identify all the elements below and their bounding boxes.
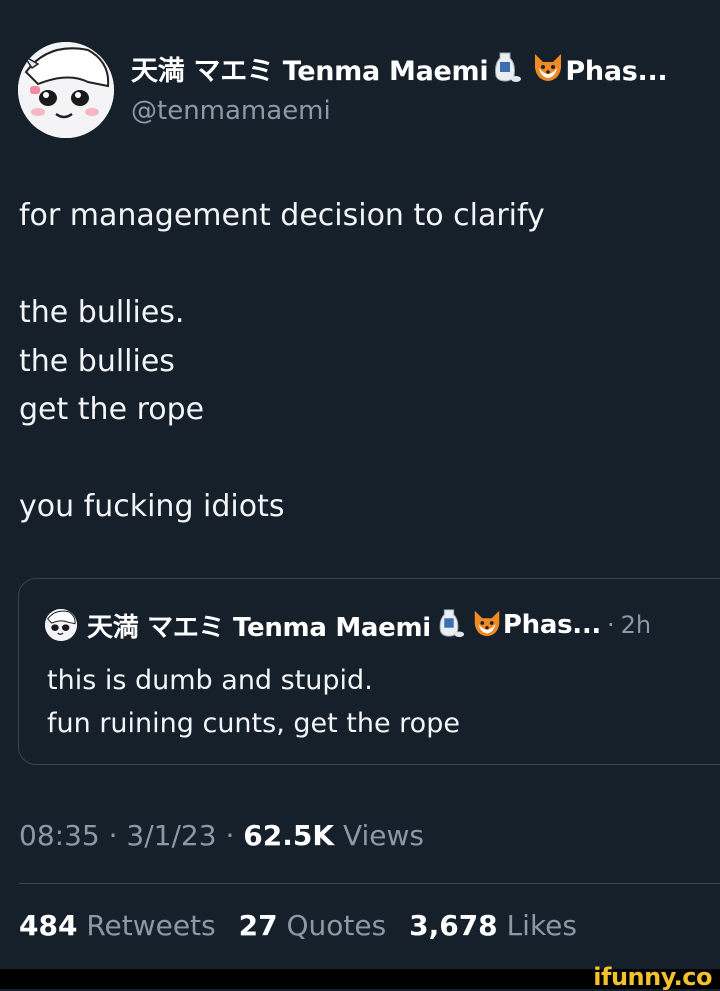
author-name[interactable]: 天満 マエミ Tenma Maemi Phas... (131, 50, 668, 96)
tweet-line (19, 241, 709, 290)
quotes-label: Quotes (286, 909, 387, 942)
tweet-line: get the rope (19, 392, 205, 427)
tweet-time[interactable]: 08:35 (19, 819, 100, 852)
quoted-author-name-suffix: Phas... (502, 610, 601, 640)
fox-icon (471, 607, 503, 643)
likes-stat[interactable]: 3,678 Likes (409, 909, 577, 942)
tweet-line: the bullies (19, 343, 175, 379)
fox-icon (531, 50, 565, 96)
divider (19, 883, 720, 884)
meta-separator: · (108, 819, 118, 852)
tweet-line (19, 435, 709, 484)
quotes-stat[interactable]: 27 Quotes (239, 909, 387, 942)
retweets-count: 484 (19, 909, 78, 942)
retweets-label: Retweets (86, 909, 216, 942)
tweet-date[interactable]: 3/1/23 (126, 819, 216, 852)
views-count: 62.5K (243, 819, 335, 852)
quoted-line: fun ruining cunts, get the rope (47, 708, 460, 739)
sake-icon (488, 50, 522, 96)
tweet-line: the bullies. (19, 295, 185, 330)
likes-label: Likes (506, 909, 577, 942)
likes-count: 3,678 (409, 909, 498, 942)
tweet-line: for management decision to clarify (19, 198, 545, 233)
views-label: Views (342, 819, 424, 852)
quoted-line: this is dumb and stupid. (47, 665, 373, 696)
meta-separator: · (225, 819, 235, 852)
tweet-meta: 08:35 · 3/1/23 · 62.5K Views (19, 814, 424, 858)
quoted-timestamp[interactable]: 2h (621, 611, 651, 639)
quoted-tweet-card[interactable]: 天満 マエミ Tenma Maemi Phas... · 2h this is … (18, 578, 720, 765)
author-display-name: 天満 マエミ Tenma Maemi (131, 56, 489, 87)
quoted-separator: · (607, 611, 615, 639)
author-name-suffix: Phas... (565, 56, 668, 87)
author-handle[interactable]: @tenmamaemi (131, 94, 331, 128)
quoted-author-avatar[interactable] (45, 609, 77, 641)
engagement-stats: 484 Retweets 27 Quotes 3,678 Likes (19, 904, 591, 948)
quotes-count: 27 (238, 909, 278, 942)
quoted-tweet-header: 天満 マエミ Tenma Maemi Phas... · 2h (45, 605, 651, 645)
quoted-author-name[interactable]: 天満 マエミ Tenma Maemi (87, 607, 431, 644)
quoted-tweet-text: this is dumb and stupid. fun ruining cun… (47, 659, 460, 745)
avatar-illustration (18, 42, 114, 138)
tweet-line: you fucking idiots (19, 489, 285, 524)
author-avatar[interactable] (18, 42, 114, 138)
retweets-stat[interactable]: 484 Retweets (19, 909, 216, 942)
tweet-text: for management decision to clarify the b… (19, 192, 709, 532)
watermark: ifunny.co (593, 963, 712, 991)
sake-icon (433, 607, 465, 643)
